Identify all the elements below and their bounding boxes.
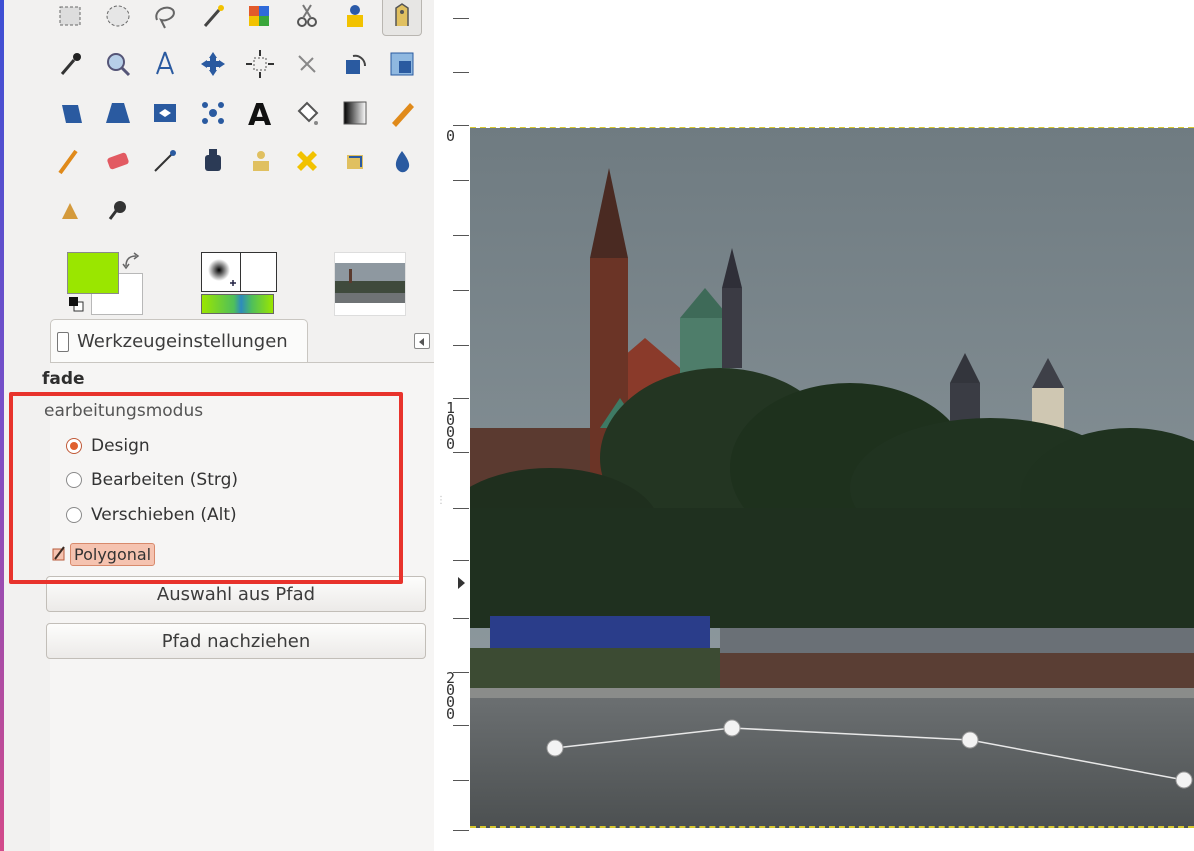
brush-swatch[interactable]: [201, 252, 241, 292]
radio-label: Verschieben (Alt): [91, 505, 237, 525]
ruler-tick: [453, 725, 469, 726]
gradient-swatch[interactable]: [201, 294, 274, 314]
foreground-select-icon[interactable]: [335, 0, 375, 36]
clone-icon[interactable]: [240, 141, 280, 181]
ruler-tick: [453, 125, 469, 126]
ruler-label: 0: [446, 127, 456, 145]
cage-transform-icon[interactable]: [193, 93, 233, 133]
fuzzy-select-icon[interactable]: [193, 0, 233, 36]
ruler-tick: [453, 672, 469, 673]
ruler-tick: [453, 235, 469, 236]
radio-move[interactable]: Verschieben (Alt): [66, 502, 237, 528]
color-select-icon[interactable]: [240, 0, 280, 36]
ruler-tick: [453, 398, 469, 399]
scissors-select-icon[interactable]: [287, 0, 327, 36]
rect-select-icon[interactable]: [50, 0, 90, 36]
path-anchor[interactable]: [1175, 771, 1193, 789]
eraser-icon[interactable]: [98, 141, 138, 181]
free-select-icon[interactable]: [145, 0, 185, 36]
radio-label: Bearbeiten (Strg): [91, 470, 239, 490]
edit-mode-label: earbeitungsmodus: [44, 401, 204, 421]
crop-icon[interactable]: [287, 44, 327, 84]
measure-icon[interactable]: [145, 44, 185, 84]
perspective-icon[interactable]: [98, 93, 138, 133]
tool-grid: A: [4, 0, 434, 240]
path-anchor[interactable]: [723, 719, 741, 737]
canvas-boundary-bottom: [470, 826, 1194, 828]
smudge-icon[interactable]: [50, 189, 90, 229]
path-anchor[interactable]: [961, 731, 979, 749]
ruler-tick: [453, 560, 469, 561]
dodge-burn-icon[interactable]: [98, 189, 138, 229]
path-anchor[interactable]: [546, 739, 564, 757]
radio-button-checked[interactable]: [66, 438, 82, 454]
pattern-swatch[interactable]: [237, 252, 277, 292]
ruler-tick: [453, 618, 469, 619]
toolbox-panel: A Werkzeugeinstellungen: [4, 0, 434, 851]
selection-from-path-button[interactable]: Auswahl aus Pfad: [46, 576, 426, 612]
tab-menu-arrow-icon[interactable]: [414, 333, 430, 349]
ruler-tick: [453, 452, 469, 453]
ruler-tick: [453, 345, 469, 346]
radio-button[interactable]: [66, 507, 82, 523]
swap-colors-icon[interactable]: [122, 252, 142, 270]
blend-icon[interactable]: [335, 93, 375, 133]
radio-label: Design: [91, 436, 150, 456]
airbrush-icon[interactable]: [145, 141, 185, 181]
stroke-path-button[interactable]: Pfad nachziehen: [46, 623, 426, 659]
vertical-ruler[interactable]: 0 1 0 0 0 2 0 0 0: [443, 0, 471, 851]
tool-title: fade: [42, 369, 85, 389]
ruler-tick: [453, 18, 469, 19]
ruler-tick: [453, 180, 469, 181]
move-icon[interactable]: [193, 44, 233, 84]
bucket-fill-icon[interactable]: [287, 93, 327, 133]
ruler-tick: [453, 290, 469, 291]
ruler-label: 2 0 0 0: [446, 669, 456, 723]
ink-icon[interactable]: [193, 141, 233, 181]
tool-options-icon: [57, 331, 69, 352]
tab-label: Werkzeugeinstellungen: [77, 331, 288, 352]
rotate-icon[interactable]: [335, 44, 375, 84]
zoom-icon[interactable]: [98, 44, 138, 84]
polygonal-toggle[interactable]: Polygonal: [52, 541, 156, 567]
foreground-color-swatch[interactable]: [67, 252, 119, 294]
tab-tool-options[interactable]: Werkzeugeinstellungen: [50, 319, 308, 363]
canvas-photo[interactable]: [470, 128, 1194, 828]
paintbrush-icon[interactable]: [50, 141, 90, 181]
color-picker-icon[interactable]: [50, 44, 90, 84]
perspective-clone-icon[interactable]: [335, 141, 375, 181]
svg-text:A: A: [248, 98, 272, 129]
align-icon[interactable]: [240, 44, 280, 84]
ruler-label: 1 0 0 0: [446, 399, 456, 453]
blur-sharpen-icon[interactable]: [382, 141, 422, 181]
image-thumbnail[interactable]: [334, 252, 406, 316]
ruler-tick: [453, 780, 469, 781]
ruler-tick: [453, 508, 469, 509]
ruler-tick: [453, 72, 469, 73]
default-colors-icon[interactable]: [68, 296, 84, 312]
ruler-position-marker: [458, 577, 465, 589]
radio-button[interactable]: [66, 472, 82, 488]
ruler-tick: [453, 830, 469, 831]
brush-preview-icon: [208, 259, 236, 286]
paths-tool-icon[interactable]: [382, 0, 422, 36]
city-skyline-image: [470, 128, 1194, 828]
text-tool-icon[interactable]: A: [240, 93, 280, 133]
pencil-icon[interactable]: [382, 93, 422, 133]
checkbox-checked-icon[interactable]: [52, 546, 66, 562]
ellipse-select-icon[interactable]: [98, 0, 138, 36]
polygonal-label: Polygonal: [70, 542, 156, 566]
flip-icon[interactable]: [145, 93, 185, 133]
radio-design[interactable]: Design: [66, 433, 150, 459]
shear-icon[interactable]: [50, 93, 90, 133]
scale-icon[interactable]: [382, 44, 422, 84]
heal-icon[interactable]: [287, 141, 327, 181]
radio-edit[interactable]: Bearbeiten (Strg): [66, 467, 238, 493]
